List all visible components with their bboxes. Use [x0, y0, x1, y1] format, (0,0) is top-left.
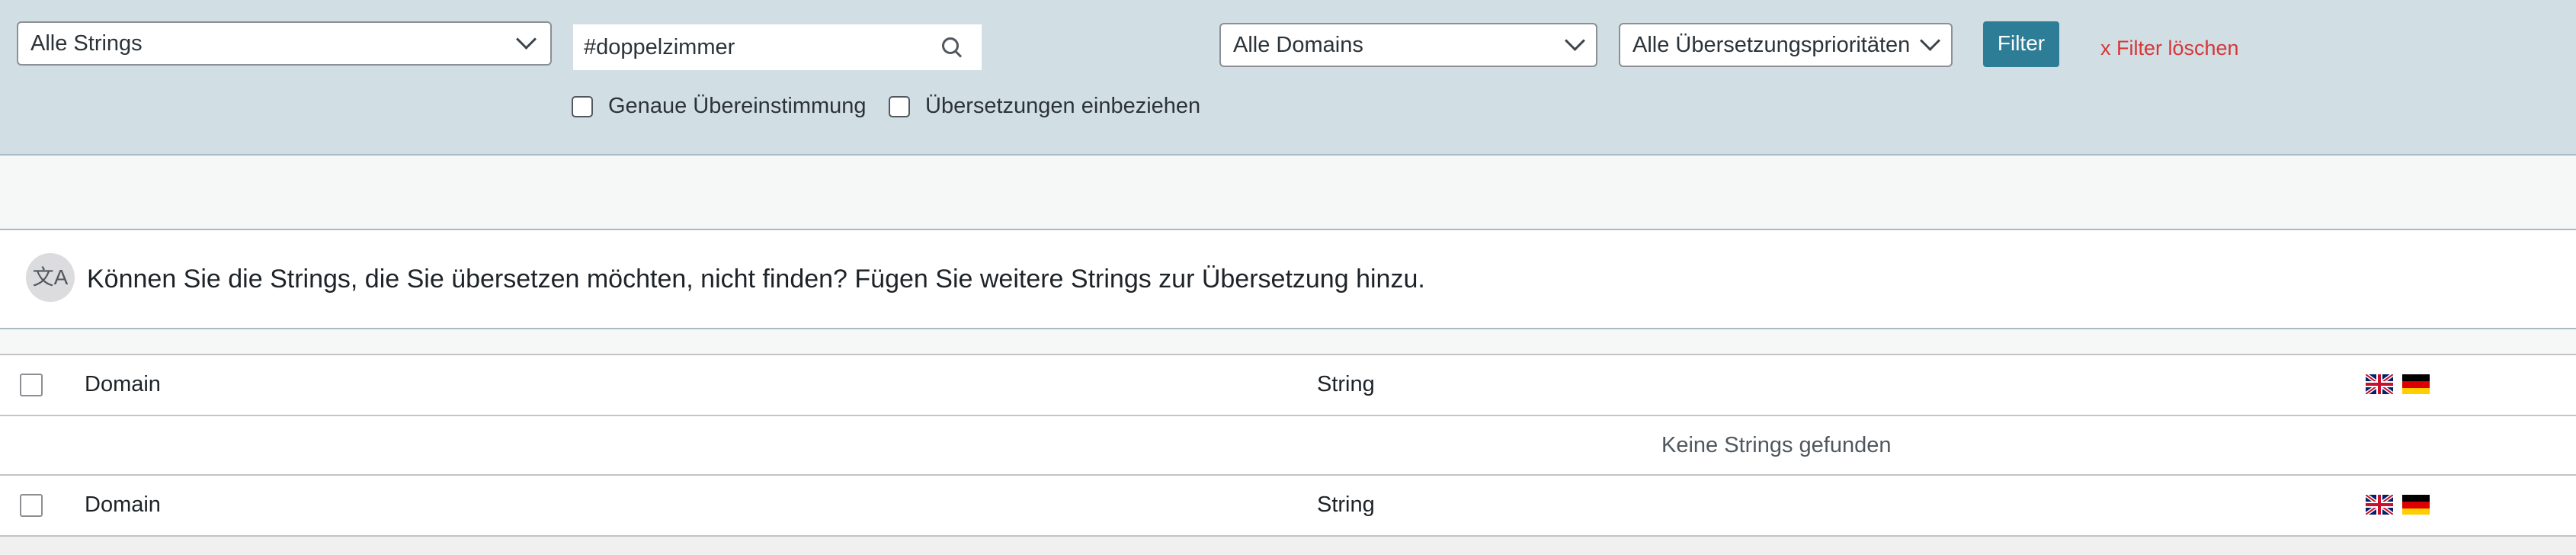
strings-filter-select[interactable]: Alle Strings [17, 21, 552, 66]
table-spacer [0, 329, 2576, 355]
exact-match-checkbox[interactable] [572, 96, 593, 117]
column-footer-string[interactable]: String [1317, 492, 1375, 518]
include-translations-checkbox[interactable] [889, 96, 910, 117]
search-icon[interactable] [942, 37, 959, 54]
notice-text[interactable]: Können Sie die Strings, die Sie übersetz… [87, 265, 1425, 294]
empty-table-row: Keine Strings gefunden [0, 416, 2576, 476]
clear-filter-link[interactable]: x Filter löschen [2100, 37, 2239, 60]
column-header-string[interactable]: String [1317, 372, 1375, 397]
uk-flag-icon[interactable] [2366, 374, 2393, 394]
toolbar-area [0, 156, 2576, 230]
search-value: #doppelzimmer [584, 35, 735, 59]
filter-button[interactable]: Filter [1983, 21, 2059, 67]
domains-select[interactable]: Alle Domains [1219, 23, 1597, 67]
chevron-down-icon [516, 29, 537, 50]
empty-message: Keine Strings gefunden [1661, 433, 1892, 457]
exact-match-label: Genaue Übereinstimmung [608, 94, 867, 118]
column-footer-domain[interactable]: Domain [85, 492, 161, 518]
select-all-checkbox-footer[interactable] [20, 494, 43, 517]
search-input[interactable]: #doppelzimmer [573, 24, 982, 70]
table-header-row: Domain String [0, 355, 2576, 416]
chevron-down-icon [1920, 30, 1940, 51]
de-flag-icon[interactable] [2402, 374, 2430, 394]
table-footer-row: Domain String [0, 476, 2576, 537]
priority-select[interactable]: Alle Übersetzungsprioritäten [1619, 23, 1953, 67]
domains-select-value: Alle Domains [1233, 33, 1363, 57]
filter-bar: Alle Strings #doppelzimmer Alle Domains … [0, 0, 2576, 156]
select-all-checkbox[interactable] [20, 374, 43, 396]
uk-flag-icon[interactable] [2366, 495, 2393, 515]
translate-icon: 文A [26, 253, 75, 302]
add-strings-notice: 文A Können Sie die Strings, die Sie übers… [0, 230, 2576, 329]
column-header-domain[interactable]: Domain [85, 372, 161, 397]
chevron-down-icon [1565, 30, 1585, 51]
strings-filter-value: Alle Strings [30, 31, 143, 56]
include-translations-label: Übersetzungen einbeziehen [925, 94, 1201, 118]
priority-select-value: Alle Übersetzungsprioritäten [1632, 33, 1911, 57]
page-footer-area [0, 537, 2576, 555]
de-flag-icon[interactable] [2402, 495, 2430, 515]
